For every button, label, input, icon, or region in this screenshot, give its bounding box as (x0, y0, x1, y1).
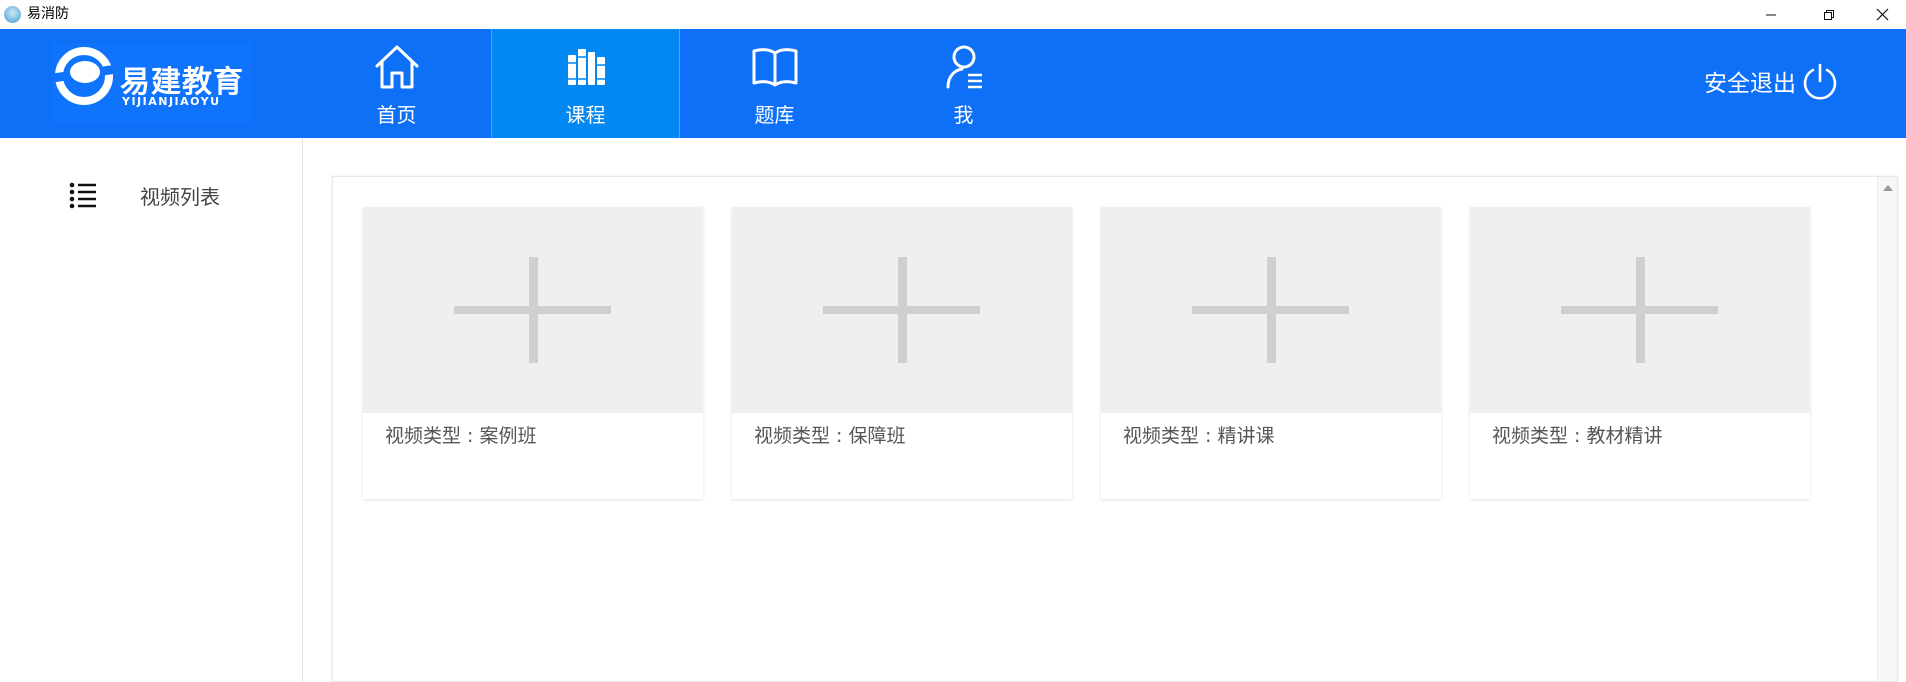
power-icon (1803, 63, 1837, 100)
video-type-caption: 视频类型 : 教材精讲 (1492, 425, 1663, 447)
video-card[interactable]: 视频类型 : 案例班 (363, 207, 703, 499)
main-nav: 首页 课程 题库 我 (302, 29, 1058, 138)
video-thumbnail-placeholder (1101, 207, 1441, 413)
video-card[interactable]: 视频类型 : 保障班 (732, 207, 1072, 499)
video-card[interactable]: 视频类型 : 教材精讲 (1470, 207, 1810, 499)
books-icon (567, 49, 605, 85)
window-title: 易消防 (27, 6, 69, 22)
app-header: 易建教育 YIJIANJIAOYU 首页 课程 题库 我 安全退出 (0, 29, 1906, 138)
logout-label: 安全退出 (1704, 71, 1796, 97)
close-icon (1876, 8, 1888, 21)
logout-button[interactable]: 安全退出 (1704, 61, 1840, 101)
video-type-caption: 视频类型 : 保障班 (754, 425, 906, 447)
sidebar-item-video-list[interactable]: 视频列表 (68, 178, 268, 212)
sidebar-item-label: 视频列表 (140, 184, 220, 209)
video-type-caption: 视频类型 : 案例班 (385, 425, 537, 447)
minimize-button[interactable] (1742, 0, 1800, 29)
video-thumbnail-placeholder (1470, 207, 1810, 413)
vertical-scrollbar[interactable] (1877, 177, 1897, 681)
scroll-up-arrow-icon[interactable] (1883, 185, 1893, 191)
video-card-grid: 视频类型 : 案例班 视频类型 : 保障班 视频类型 : 精讲课 视频类型 : … (363, 207, 1839, 499)
nav-courses[interactable]: 课程 (491, 29, 680, 138)
sidebar: 视频列表 (0, 138, 303, 682)
user-icon (946, 45, 982, 89)
video-list-panel: 视频类型 : 案例班 视频类型 : 保障班 视频类型 : 精讲课 视频类型 : … (332, 176, 1898, 682)
window-titlebar: 易消防 (0, 0, 1906, 29)
nav-question-bank[interactable]: 题库 (680, 29, 869, 138)
video-card[interactable]: 视频类型 : 精讲课 (1101, 207, 1441, 499)
nav-home[interactable]: 首页 (302, 29, 491, 138)
nav-me[interactable]: 我 (869, 29, 1058, 138)
nav-courses-label: 课程 (565, 103, 606, 127)
restore-button[interactable] (1800, 0, 1858, 29)
brand-logo: 易建教育 YIJIANJIAOYU (51, 43, 252, 123)
close-button[interactable] (1858, 0, 1906, 29)
list-icon (69, 182, 96, 209)
video-thumbnail-placeholder (732, 207, 1072, 413)
video-type-caption: 视频类型 : 精讲课 (1123, 425, 1275, 447)
app-icon (4, 6, 21, 23)
video-thumbnail-placeholder (363, 207, 703, 413)
minimize-icon (1766, 14, 1776, 15)
brand-name-en: YIJIANJIAOYU (122, 95, 221, 108)
open-book-icon (752, 48, 797, 87)
nav-question-bank-label: 题库 (754, 103, 795, 127)
nav-home-label: 首页 (376, 103, 417, 127)
home-icon (375, 45, 418, 89)
nav-me-label: 我 (953, 103, 974, 127)
restore-icon (1824, 9, 1834, 20)
